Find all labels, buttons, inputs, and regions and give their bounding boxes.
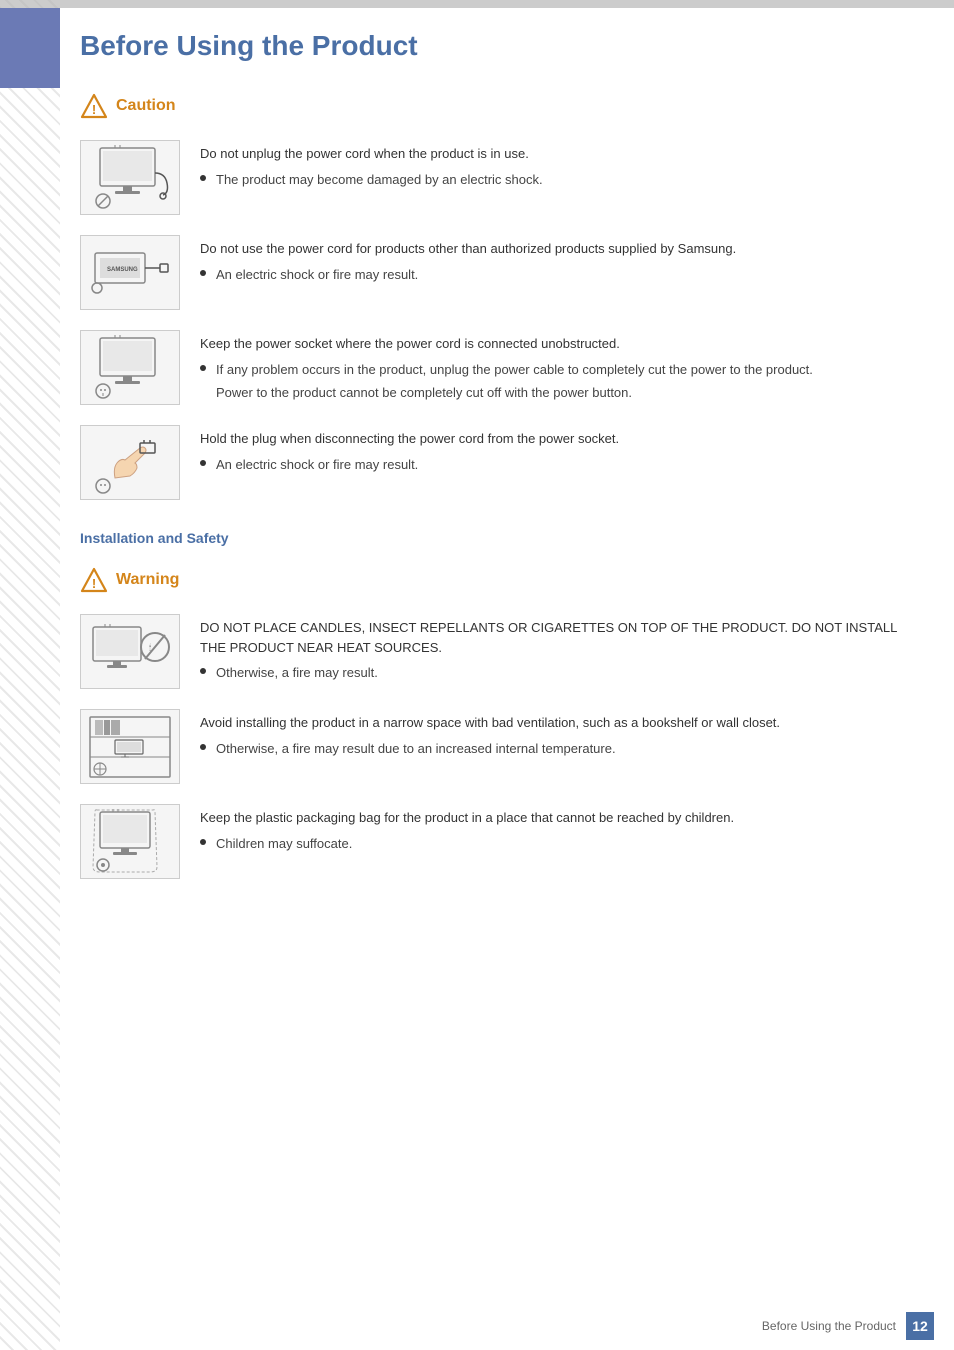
warning-item-3-bullet-text: Children may suffocate.	[216, 834, 352, 854]
warning-item-2: Avoid installing the product in a narrow…	[80, 709, 914, 784]
caution-item-2-bullet: An electric shock or fire may result.	[200, 265, 914, 285]
caution-image-1	[80, 140, 180, 215]
warning-icon: !	[80, 566, 108, 594]
caution-image-2: SAMSUNG	[80, 235, 180, 310]
caution-item-3-note: Power to the product cannot be completel…	[216, 383, 914, 403]
top-bar	[0, 0, 954, 8]
caution-item-4: Hold the plug when disconnecting the pow…	[80, 425, 914, 500]
warning-item-3-text: Keep the plastic packaging bag for the p…	[200, 804, 914, 853]
warning-item-3: Keep the plastic packaging bag for the p…	[80, 804, 914, 879]
blue-accent	[0, 8, 60, 88]
installation-heading: Installation and Safety	[80, 530, 914, 546]
caution-item-2: SAMSUNG Do not use the power cord for pr…	[80, 235, 914, 310]
caution-item-4-main: Hold the plug when disconnecting the pow…	[200, 429, 914, 449]
caution-item-1-main: Do not unplug the power cord when the pr…	[200, 144, 914, 164]
caution-item-1-bullet: The product may become damaged by an ele…	[200, 170, 914, 190]
caution-item-3-main: Keep the power socket where the power co…	[200, 334, 914, 354]
caution-section: ! Caution	[80, 92, 914, 500]
svg-text:!: !	[92, 576, 96, 591]
caution-item-3: Keep the power socket where the power co…	[80, 330, 914, 405]
caution-item-1-bullet-text: The product may become damaged by an ele…	[216, 170, 543, 190]
bullet-dot	[200, 270, 206, 276]
caution-item-1-text: Do not unplug the power cord when the pr…	[200, 140, 914, 189]
warning-item-3-bullet: Children may suffocate.	[200, 834, 914, 854]
caution-image-3	[80, 330, 180, 405]
bullet-dot	[200, 175, 206, 181]
warning-label: Warning	[116, 571, 179, 589]
warning-image-3	[80, 804, 180, 879]
warning-item-1: 🕯 DO NOT PLACE CANDLES, INSECT REPELLANT…	[80, 614, 914, 689]
caution-label: Caution	[116, 97, 176, 115]
bullet-dot	[200, 365, 206, 371]
footer: Before Using the Product 12	[762, 1312, 934, 1340]
warning-item-2-main: Avoid installing the product in a narrow…	[200, 713, 914, 733]
bullet-dot	[200, 460, 206, 466]
warning-image-1: 🕯	[80, 614, 180, 689]
bullet-dot	[200, 668, 206, 674]
warning-item-2-bullet: Otherwise, a fire may result due to an i…	[200, 739, 914, 759]
bullet-dot	[200, 839, 206, 845]
warning-item-1-bullet-text: Otherwise, a fire may result.	[216, 663, 378, 683]
caution-item-4-bullet: An electric shock or fire may result.	[200, 455, 914, 475]
caution-image-4	[80, 425, 180, 500]
caution-item-2-bullet-text: An electric shock or fire may result.	[216, 265, 418, 285]
warning-item-3-main: Keep the plastic packaging bag for the p…	[200, 808, 914, 828]
svg-text:🕯: 🕯	[149, 642, 151, 652]
warning-item-1-main: DO NOT PLACE CANDLES, INSECT REPELLANTS …	[200, 618, 914, 657]
left-stripe	[0, 0, 60, 1350]
warning-image-2	[80, 709, 180, 784]
bullet-dot	[200, 744, 206, 750]
caution-item-4-bullet-text: An electric shock or fire may result.	[216, 455, 418, 475]
warning-item-1-bullet: Otherwise, a fire may result.	[200, 663, 914, 683]
caution-label-row: ! Caution	[80, 92, 914, 120]
warning-item-2-text: Avoid installing the product in a narrow…	[200, 709, 914, 758]
warning-item-2-bullet-text: Otherwise, a fire may result due to an i…	[216, 739, 616, 759]
warning-item-1-text: DO NOT PLACE CANDLES, INSECT REPELLANTS …	[200, 614, 914, 683]
caution-item-4-text: Hold the plug when disconnecting the pow…	[200, 425, 914, 474]
warning-section: ! Warning 🕯	[80, 566, 914, 879]
caution-icon: !	[80, 92, 108, 120]
caution-item-2-main: Do not use the power cord for products o…	[200, 239, 914, 259]
svg-text:!: !	[92, 102, 96, 117]
caution-item-1: Do not unplug the power cord when the pr…	[80, 140, 914, 215]
caution-item-3-bullet-text: If any problem occurs in the product, un…	[216, 360, 813, 380]
svg-text:SAMSUNG: SAMSUNG	[107, 267, 138, 273]
caution-item-2-text: Do not use the power cord for products o…	[200, 235, 914, 284]
caution-item-3-bullet: If any problem occurs in the product, un…	[200, 360, 914, 380]
page-title: Before Using the Product	[80, 20, 914, 62]
page-number: 12	[906, 1312, 934, 1340]
warning-label-row: ! Warning	[80, 566, 914, 594]
footer-text: Before Using the Product	[762, 1319, 896, 1333]
caution-item-3-text: Keep the power socket where the power co…	[200, 330, 914, 403]
